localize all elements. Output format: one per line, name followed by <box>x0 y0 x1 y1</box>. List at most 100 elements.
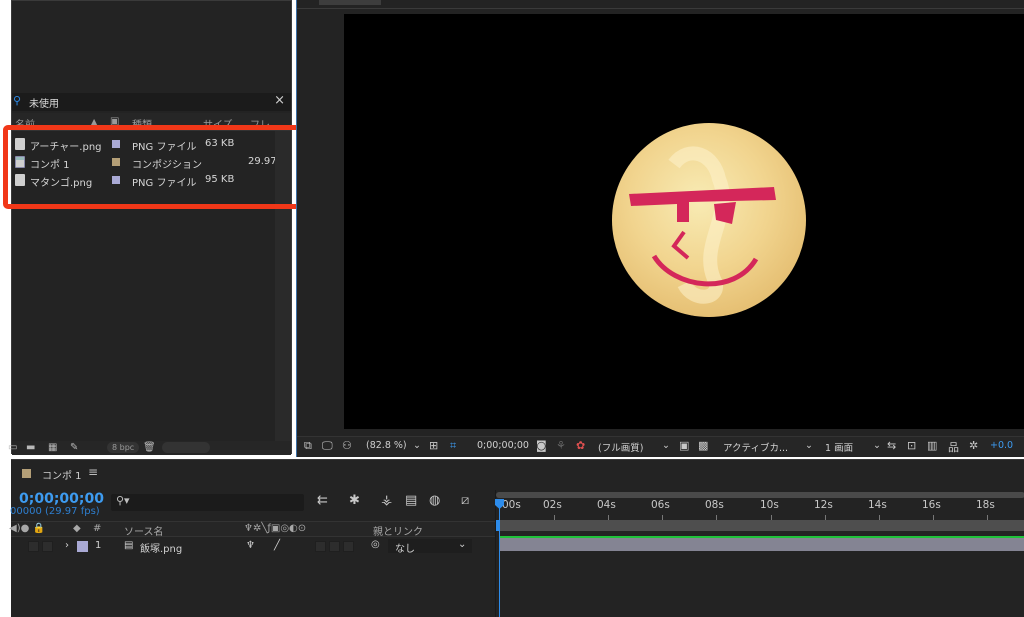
thumbnail-slider[interactable] <box>162 442 210 453</box>
monitor-icon[interactable]: 🖵 <box>322 439 333 453</box>
exposure-value[interactable]: +0.0 <box>990 440 1013 451</box>
zoom-dropdown[interactable]: (82.8 %) <box>366 440 407 451</box>
viewer-divider <box>297 8 1024 9</box>
column-number[interactable]: # <box>93 523 101 534</box>
smiley-face-image <box>612 123 806 317</box>
switch-box[interactable] <box>315 541 326 552</box>
layer-switches-icons[interactable]: ♆✲╲ƒ▣◎◐⊙ <box>244 523 306 534</box>
composition-mini-flowchart-icon[interactable]: ⇇ <box>317 493 328 508</box>
mask-visibility-icon[interactable]: ⚇ <box>342 439 352 452</box>
ruler-tick-label: 14s <box>868 499 887 511</box>
work-area-bar[interactable] <box>496 520 1024 531</box>
viewer-tab[interactable] <box>319 0 381 5</box>
label-tag-icon[interactable]: ◆ <box>73 523 81 534</box>
panel-menu-icon[interactable]: ≡ <box>88 465 98 479</box>
quality-switch-icon[interactable]: ╱ <box>274 540 280 551</box>
ruler-tick-label: 00s <box>502 499 521 511</box>
new-folder-icon[interactable]: ▬ <box>26 442 35 453</box>
interpret-footage-icon[interactable]: ▭ <box>8 442 17 453</box>
fast-preview-icon[interactable]: ▣ <box>679 439 689 452</box>
switch-box[interactable] <box>343 541 354 552</box>
composition-canvas[interactable] <box>344 14 1024 429</box>
layer-duration-bar[interactable] <box>499 536 1024 551</box>
trash-icon[interactable]: 🗑 <box>143 442 156 453</box>
video-toggle[interactable] <box>28 541 39 552</box>
ruler-tick-label: 16s <box>922 499 941 511</box>
pick-whip-icon[interactable]: ◎ <box>371 539 380 550</box>
switch-box[interactable] <box>329 541 340 552</box>
parent-dropdown[interactable]: ◎ なし ⌄ <box>371 539 472 555</box>
shy-layers-icon[interactable]: ⚶ <box>381 493 392 508</box>
region-of-interest-icon[interactable]: ⌗ <box>450 439 456 453</box>
viewer-toolbar: ⧉ 🖵 ⚇ (82.8 %) ⌄ ⊞ ⌗ 0;00;00;00 ◙ ⚘ ✿ (フ… <box>297 436 1024 456</box>
highlight-annotation <box>3 125 310 209</box>
ruler-tick-label: 18s <box>976 499 995 511</box>
current-time-display[interactable]: 0;00;00;00 <box>477 440 529 451</box>
solo-toggle[interactable] <box>42 541 53 552</box>
bit-depth-button[interactable]: 8 bpc <box>107 442 140 453</box>
ruler-tick-label: 06s <box>651 499 670 511</box>
composition-viewer: ⧉ 🖵 ⚇ (82.8 %) ⌄ ⊞ ⌗ 0;00;00;00 ◙ ⚘ ✿ (フ… <box>296 0 1024 457</box>
timeline-tab[interactable]: コンポ 1 ≡ <box>11 460 1024 486</box>
layer-column-header: ◀)● 🔒 ◆ # ソース名 ♆✲╲ƒ▣◎◐⊙ 親とリンク <box>9 521 495 538</box>
expand-chevron-icon[interactable]: › <box>65 540 69 551</box>
layer-number: 1 <box>95 540 102 551</box>
time-ruler[interactable]: 00s 02s 04s 06s 08s 10s 12s 14s 16s 18s <box>496 499 1024 520</box>
time-navigator[interactable] <box>496 492 1024 498</box>
ruler-tick-label: 12s <box>814 499 833 511</box>
project-preview-area <box>12 1 291 91</box>
ruler-tick-label: 02s <box>543 499 562 511</box>
layer-source-name[interactable]: 飯塚.png <box>140 540 182 555</box>
timeline-current-time[interactable]: 0;00;00;00 <box>19 491 104 507</box>
motion-blur-icon[interactable]: ◍ <box>429 493 440 508</box>
parent-value[interactable]: なし <box>395 540 415 555</box>
project-search-value[interactable]: 未使用 <box>29 95 59 110</box>
timeline-panel: コンポ 1 ≡ 0;00;00;00 00000 (29.97 fps) ⚲▾ … <box>9 459 1024 617</box>
project-footer: ▭ ▬ ▦ ✎ 8 bpc 🗑 <box>8 441 291 455</box>
project-settings-icon[interactable]: ✎ <box>70 442 78 453</box>
timeline-search-field[interactable]: ⚲▾ <box>111 494 304 511</box>
fast-previews-icon[interactable]: ⊡ <box>907 439 916 452</box>
ruler-tick-label: 04s <box>597 499 616 511</box>
ruler-tick-label: 08s <box>705 499 724 511</box>
resolution-dropdown[interactable]: (フル画質) <box>598 440 643 454</box>
flowchart-icon[interactable]: 品 <box>948 439 959 455</box>
project-search-field[interactable]: ⚲ 未使用 × <box>12 93 291 111</box>
search-icon[interactable]: ⚲ <box>13 94 21 107</box>
chevron-down-icon[interactable]: ⌄ <box>413 440 421 451</box>
column-source-name[interactable]: ソース名 <box>124 523 164 538</box>
image-file-icon: ▤ <box>124 540 134 551</box>
layer-label-swatch[interactable] <box>77 541 88 552</box>
shy-switch-icon[interactable]: ♆ <box>246 540 255 551</box>
audio-video-switches-icon[interactable]: ◀)● 🔒 <box>9 523 45 534</box>
camera-dropdown[interactable]: アクティブカ... <box>723 440 788 454</box>
draft-3d-icon[interactable]: ✱ <box>349 493 360 508</box>
frame-blending-icon[interactable]: ▤ <box>405 493 417 508</box>
chevron-down-icon[interactable]: ⌄ <box>805 440 813 451</box>
timeline-graph[interactable]: 00s 02s 04s 06s 08s 10s 12s 14s 16s 18s <box>495 490 1024 617</box>
chevron-down-icon[interactable]: ⌄ <box>873 440 881 451</box>
grid-icon[interactable]: ⊞ <box>429 439 438 452</box>
view-layout-dropdown[interactable]: 1 画面 <box>825 440 853 454</box>
chevron-down-icon[interactable]: ⌄ <box>458 539 466 550</box>
toggle-pixel-aspect-icon[interactable]: ⇆ <box>887 439 896 452</box>
show-snapshot-icon[interactable]: ⚘ <box>556 439 566 452</box>
snapshot-icon[interactable]: ◙ <box>536 439 547 452</box>
channel-icon[interactable]: ✿ <box>576 439 585 452</box>
ruler-tick-label: 10s <box>760 499 779 511</box>
always-preview-icon[interactable]: ⧉ <box>304 439 312 453</box>
timeline-frame-rate: 00000 (29.97 fps) <box>10 506 100 517</box>
timeline-icon[interactable]: ▥ <box>927 439 937 452</box>
column-parent[interactable]: 親とリンク <box>373 523 423 538</box>
graph-editor-icon[interactable]: ⧄ <box>461 493 469 508</box>
reset-exposure-icon[interactable]: ✲ <box>969 439 978 452</box>
clear-search-icon[interactable]: × <box>274 93 285 108</box>
new-composition-icon[interactable]: ▦ <box>48 442 57 453</box>
search-icon[interactable]: ⚲▾ <box>116 494 130 507</box>
timeline-comp-name[interactable]: コンポ 1 <box>42 467 82 482</box>
comp-label-swatch <box>22 469 31 478</box>
transparency-grid-icon[interactable]: ▩ <box>698 439 708 452</box>
chevron-down-icon[interactable]: ⌄ <box>662 440 670 451</box>
playhead-line[interactable] <box>499 499 500 617</box>
layer-row[interactable]: › 1 ▤ 飯塚.png ♆ ╱ ◎ なし ⌄ <box>11 538 495 555</box>
